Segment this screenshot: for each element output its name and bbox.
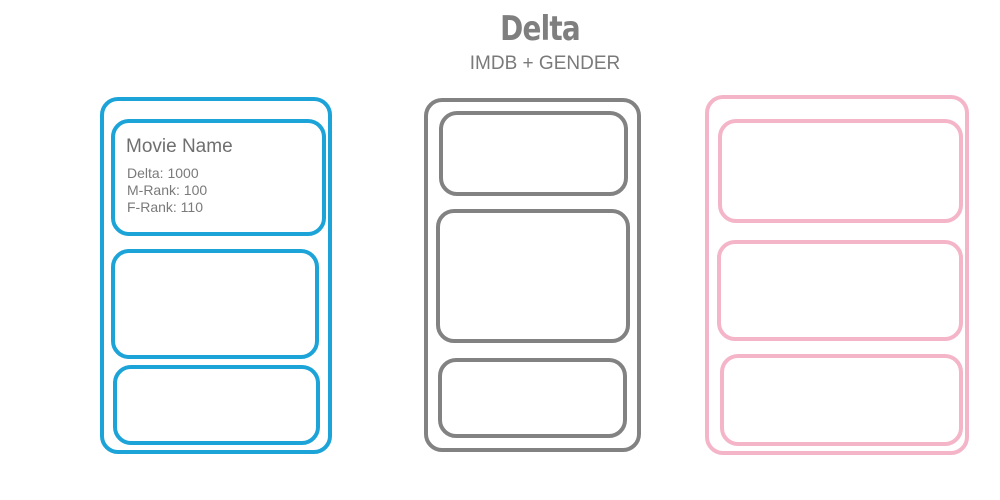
delta-value: Delta: 1000 (127, 165, 199, 181)
movie-card-empty[interactable] (439, 111, 628, 196)
diagram-subtitle: IMDB + GENDER (469, 53, 621, 74)
column-blue: Movie Name Delta: 1000 M-Rank: 100 F-Ran… (100, 97, 332, 454)
column-pink (705, 95, 969, 455)
movie-card-empty[interactable] (438, 358, 627, 438)
movie-card-empty[interactable] (718, 119, 963, 223)
movie-name-label: Movie Name (126, 136, 233, 157)
movie-card[interactable]: Movie Name Delta: 1000 M-Rank: 100 F-Ran… (111, 119, 326, 236)
diagram-title: Delta (500, 9, 580, 49)
movie-card-empty[interactable] (720, 354, 963, 446)
movie-card-empty[interactable] (113, 365, 320, 445)
movie-card-empty[interactable] (436, 209, 630, 343)
movie-card-empty[interactable] (717, 240, 963, 341)
movie-card-empty[interactable] (111, 249, 319, 359)
column-gray (424, 98, 641, 452)
m-rank-value: M-Rank: 100 (127, 182, 208, 198)
f-rank-value: F-Rank: 110 (127, 199, 203, 215)
